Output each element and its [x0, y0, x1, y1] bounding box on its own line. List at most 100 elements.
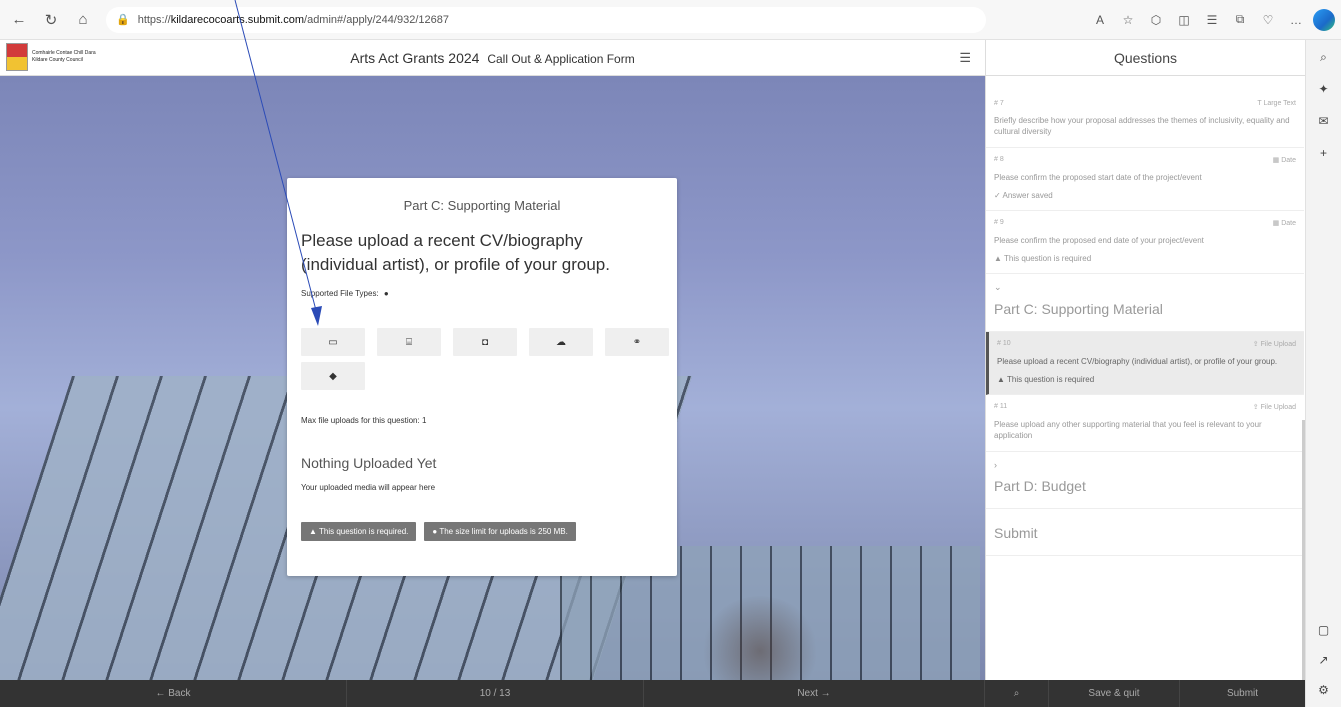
link-icon: ⚭: [632, 336, 642, 348]
home-icon[interactable]: ⌂: [70, 7, 96, 33]
page-title: Arts Act Grants 2024 Call Out & Applicat…: [0, 50, 985, 66]
upload-computer-button[interactable]: ▭: [301, 328, 365, 356]
list-menu-icon[interactable]: ☰: [959, 50, 971, 66]
favorite-star-icon[interactable]: ☆: [1117, 9, 1139, 31]
question-type: ⇪ File Upload: [1252, 341, 1296, 348]
submit-button[interactable]: Submit: [1180, 680, 1305, 707]
outlook-icon[interactable]: ✉: [1313, 110, 1335, 132]
question-number: # 8: [994, 156, 1004, 163]
panel-scrollbar[interactable]: [1302, 420, 1305, 680]
warning-icon: ▲: [309, 527, 319, 536]
question-status: ✓ Answer saved: [994, 191, 1053, 200]
upload-pocket-button[interactable]: ◘: [453, 328, 517, 356]
dropbox-icon: ◆: [329, 370, 337, 382]
question-text: Briefly describe how your proposal addre…: [994, 116, 1290, 136]
favorites-icon[interactable]: ☰: [1201, 9, 1223, 31]
upload-cloud-button[interactable]: ☁: [529, 328, 593, 356]
more-menu-icon[interactable]: …: [1285, 9, 1307, 31]
arrow-left-icon: ←: [155, 688, 166, 699]
questions-panel: Questions # 7 T Large Text Briefly descri…: [985, 40, 1305, 680]
settings-gear-icon[interactable]: ⚙: [1313, 679, 1335, 701]
browser-toolbar: ← ↻ ⌂ 🔒 https://kildarecocoarts.submit.c…: [0, 0, 1341, 40]
notice-badges: ▲ This question is required. ● The size …: [301, 522, 663, 541]
browser-actions: A ☆ ⬡ ◫ ☰ ⧉ ♡ …: [1089, 8, 1341, 31]
box-icon: ⌸: [406, 336, 412, 348]
search-button[interactable]: ⌕: [985, 680, 1049, 707]
submit-label: Submit: [994, 525, 1038, 541]
search-icon: ⌕: [1013, 688, 1020, 699]
required-badge: ▲ This question is required.: [301, 522, 417, 541]
upload-box-button[interactable]: ⌸: [377, 328, 441, 356]
question-type: ▦ Date: [1272, 157, 1296, 164]
upload-dropbox-button[interactable]: ◆: [301, 362, 365, 390]
question-type: T Large Text: [1257, 100, 1296, 107]
question-number: # 9: [994, 219, 1004, 226]
media-hint: Your uploaded media will appear here: [301, 483, 436, 492]
laptop-icon: ▭: [328, 336, 338, 348]
upload-sources: ▭ ⌸ ◘ ☁ ⚭ ◆: [301, 328, 669, 390]
upload-link-button[interactable]: ⚭: [605, 328, 669, 356]
app-header: Comhairle Contae Chill Dara Kildare Coun…: [0, 40, 985, 76]
cloud-icon: ☁: [556, 336, 566, 348]
question-number: # 7: [994, 100, 1004, 107]
info-icon[interactable]: ●: [384, 289, 389, 298]
add-icon[interactable]: +: [1313, 142, 1335, 164]
part-d-section[interactable]: › Part D: Budget: [986, 452, 1304, 509]
question-text: Please upload a recent CV/biography (ind…: [301, 231, 610, 274]
collections-icon[interactable]: ⧉: [1229, 9, 1251, 31]
split-screen-icon[interactable]: ◫: [1173, 9, 1195, 31]
back-button[interactable]: ← Back: [0, 680, 347, 707]
performance-icon[interactable]: ♡: [1257, 9, 1279, 31]
refresh-icon[interactable]: ↻: [38, 7, 64, 33]
arrow-right-icon: →: [820, 688, 831, 699]
page-indicator: 10 / 13: [347, 680, 644, 707]
questions-title: Questions: [986, 40, 1305, 76]
address-bar[interactable]: 🔒 https://kildarecocoarts.submit.com/adm…: [106, 6, 986, 33]
question-item-10[interactable]: # 10 ⇪ File Upload Please upload a recent…: [986, 332, 1304, 395]
max-uploads-text: Max file uploads for this question: 1: [301, 416, 427, 425]
part-c-label: Part C: Supporting Material: [994, 301, 1163, 317]
save-quit-button[interactable]: Save & quit: [1049, 680, 1180, 707]
lock-icon: 🔒: [116, 14, 130, 26]
question-item-8[interactable]: # 8 ▦ Date Please confirm the proposed st…: [986, 148, 1304, 211]
question-item-7[interactable]: # 7 T Large Text Briefly describe how you…: [986, 92, 1304, 148]
nothing-uploaded-heading: Nothing Uploaded Yet: [301, 455, 437, 471]
url-prefix: https://: [137, 13, 171, 26]
question-number: # 10: [997, 340, 1011, 347]
next-button[interactable]: Next →: [644, 680, 985, 707]
url-host: kildarecocoarts.submit.com: [170, 13, 305, 26]
size-limit-badge: ● The size limit for uploads is 250 MB.: [424, 522, 576, 541]
footer-bar: ← Back 10 / 13 Next → ⌕ Save & quit Subm…: [0, 680, 1305, 707]
question-item-9[interactable]: # 9 ▦ Date Please confirm the proposed en…: [986, 211, 1304, 274]
submit-section[interactable]: Submit: [986, 509, 1304, 556]
url-path: /admin#/apply/244/932/12687: [304, 13, 449, 26]
extensions-icon[interactable]: ⬡: [1145, 9, 1167, 31]
file-types: Supported File Types: ●: [301, 289, 663, 298]
tools-icon[interactable]: ✦: [1313, 78, 1335, 100]
questions-list: # 7 T Large Text Briefly describe how you…: [986, 92, 1304, 556]
pocket-icon: ◘: [481, 336, 489, 348]
question-card: Part C: Supporting Material Please uploa…: [287, 178, 677, 576]
chevron-right-icon: ›: [994, 460, 997, 470]
back-arrow-icon[interactable]: ←: [6, 7, 32, 33]
question-text: Please confirm the proposed end date of …: [994, 236, 1204, 245]
external-link-icon[interactable]: ↗: [1313, 649, 1335, 671]
sidebar-layout-icon[interactable]: ▢: [1313, 619, 1335, 641]
copilot-icon[interactable]: [1313, 8, 1335, 31]
question-status: ▲ This question is required: [997, 375, 1095, 384]
question-type: ▦ Date: [1272, 220, 1296, 227]
part-d-label: Part D: Budget: [994, 478, 1086, 494]
question-text: Please upload any other supporting mater…: [994, 420, 1262, 440]
title-sub: Call Out & Application Form: [487, 52, 635, 66]
question-text: Please upload a recent CV/biography (ind…: [997, 357, 1278, 366]
question-number: # 11: [994, 403, 1008, 410]
search-icon[interactable]: ⌕: [1313, 46, 1335, 68]
question-status: ▲ This question is required: [994, 254, 1092, 263]
title-main: Arts Act Grants 2024: [350, 50, 480, 66]
chevron-down-icon: ⌄: [994, 282, 1002, 292]
question-item-11[interactable]: # 11 ⇪ File Upload Please upload any othe…: [986, 395, 1304, 452]
part-c-section[interactable]: ⌄ Part C: Supporting Material: [986, 274, 1304, 332]
file-types-label: Supported File Types:: [301, 289, 379, 298]
read-aloud-icon[interactable]: A: [1089, 9, 1111, 31]
browser-sidebar: ⌕ ✦ ✉ + ▢ ↗ ⚙: [1305, 40, 1341, 707]
